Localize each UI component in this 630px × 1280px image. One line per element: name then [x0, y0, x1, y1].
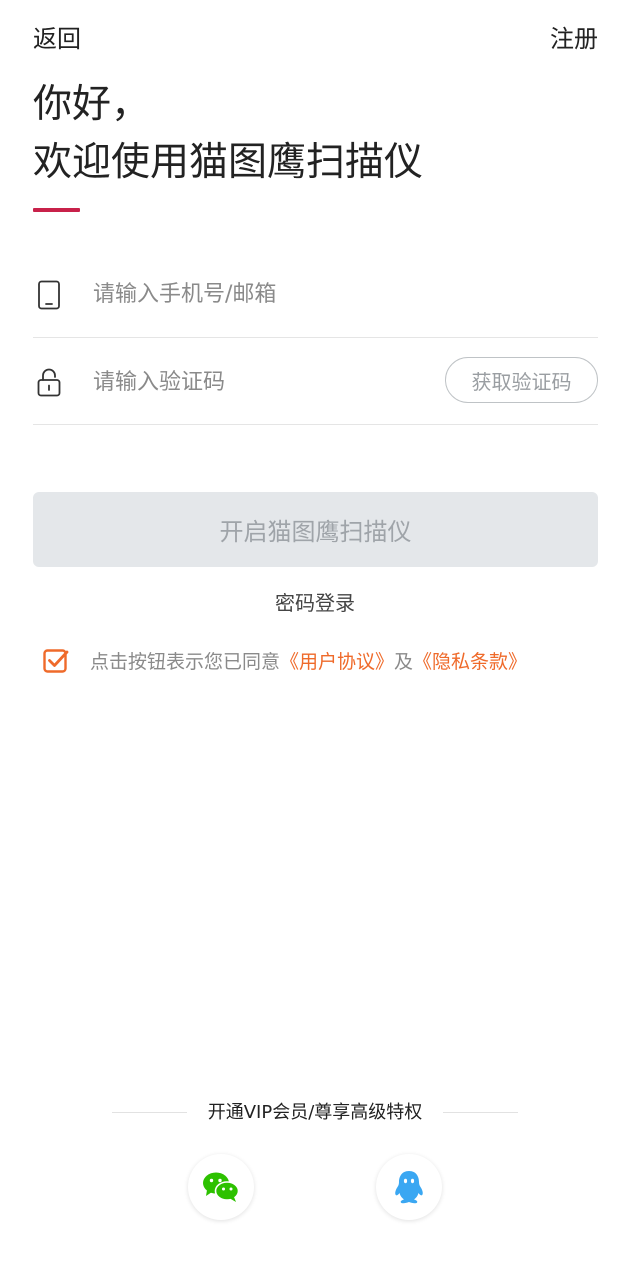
agreement-checkbox[interactable]	[43, 647, 69, 673]
privacy-policy-link[interactable]: 《隐私条款》	[413, 647, 527, 674]
wechat-login-button[interactable]	[188, 1154, 254, 1220]
phone-field-row	[33, 253, 598, 338]
greeting-line1: 你好，	[33, 82, 151, 127]
phone-email-input[interactable]	[93, 277, 573, 311]
greeting-title: 欢迎使用猫图鹰扫描仪	[33, 140, 424, 185]
accent-bar	[33, 208, 80, 212]
vip-divider-right	[443, 1112, 518, 1113]
phone-icon	[38, 280, 60, 310]
agreement-conjunction: 及	[394, 650, 414, 673]
register-button[interactable]: 注册	[550, 22, 598, 56]
qq-login-button[interactable]	[376, 1154, 442, 1220]
back-button[interactable]: 返回	[33, 22, 81, 56]
user-agreement-link[interactable]: 《用户协议》	[280, 647, 394, 674]
vip-promo-text: 开通VIP会员/尊享高级特权	[207, 1102, 423, 1123]
wechat-icon	[203, 1172, 240, 1202]
lock-icon	[37, 368, 61, 397]
verification-code-input[interactable]	[93, 365, 423, 399]
qq-icon	[395, 1171, 423, 1204]
agreement-row: 点击按钮表示您已同意 《用户协议》 及 《隐私条款》	[43, 645, 527, 675]
start-scanner-button[interactable]: 开启猫图鹰扫描仪	[33, 492, 598, 567]
code-field-row: 获取验证码	[33, 339, 598, 425]
agreement-prefix: 点击按钮表示您已同意	[90, 650, 281, 673]
get-code-button[interactable]: 获取验证码	[445, 357, 598, 403]
password-login-row: 密码登录	[0, 588, 630, 618]
password-login-link[interactable]: 密码登录	[275, 591, 355, 615]
